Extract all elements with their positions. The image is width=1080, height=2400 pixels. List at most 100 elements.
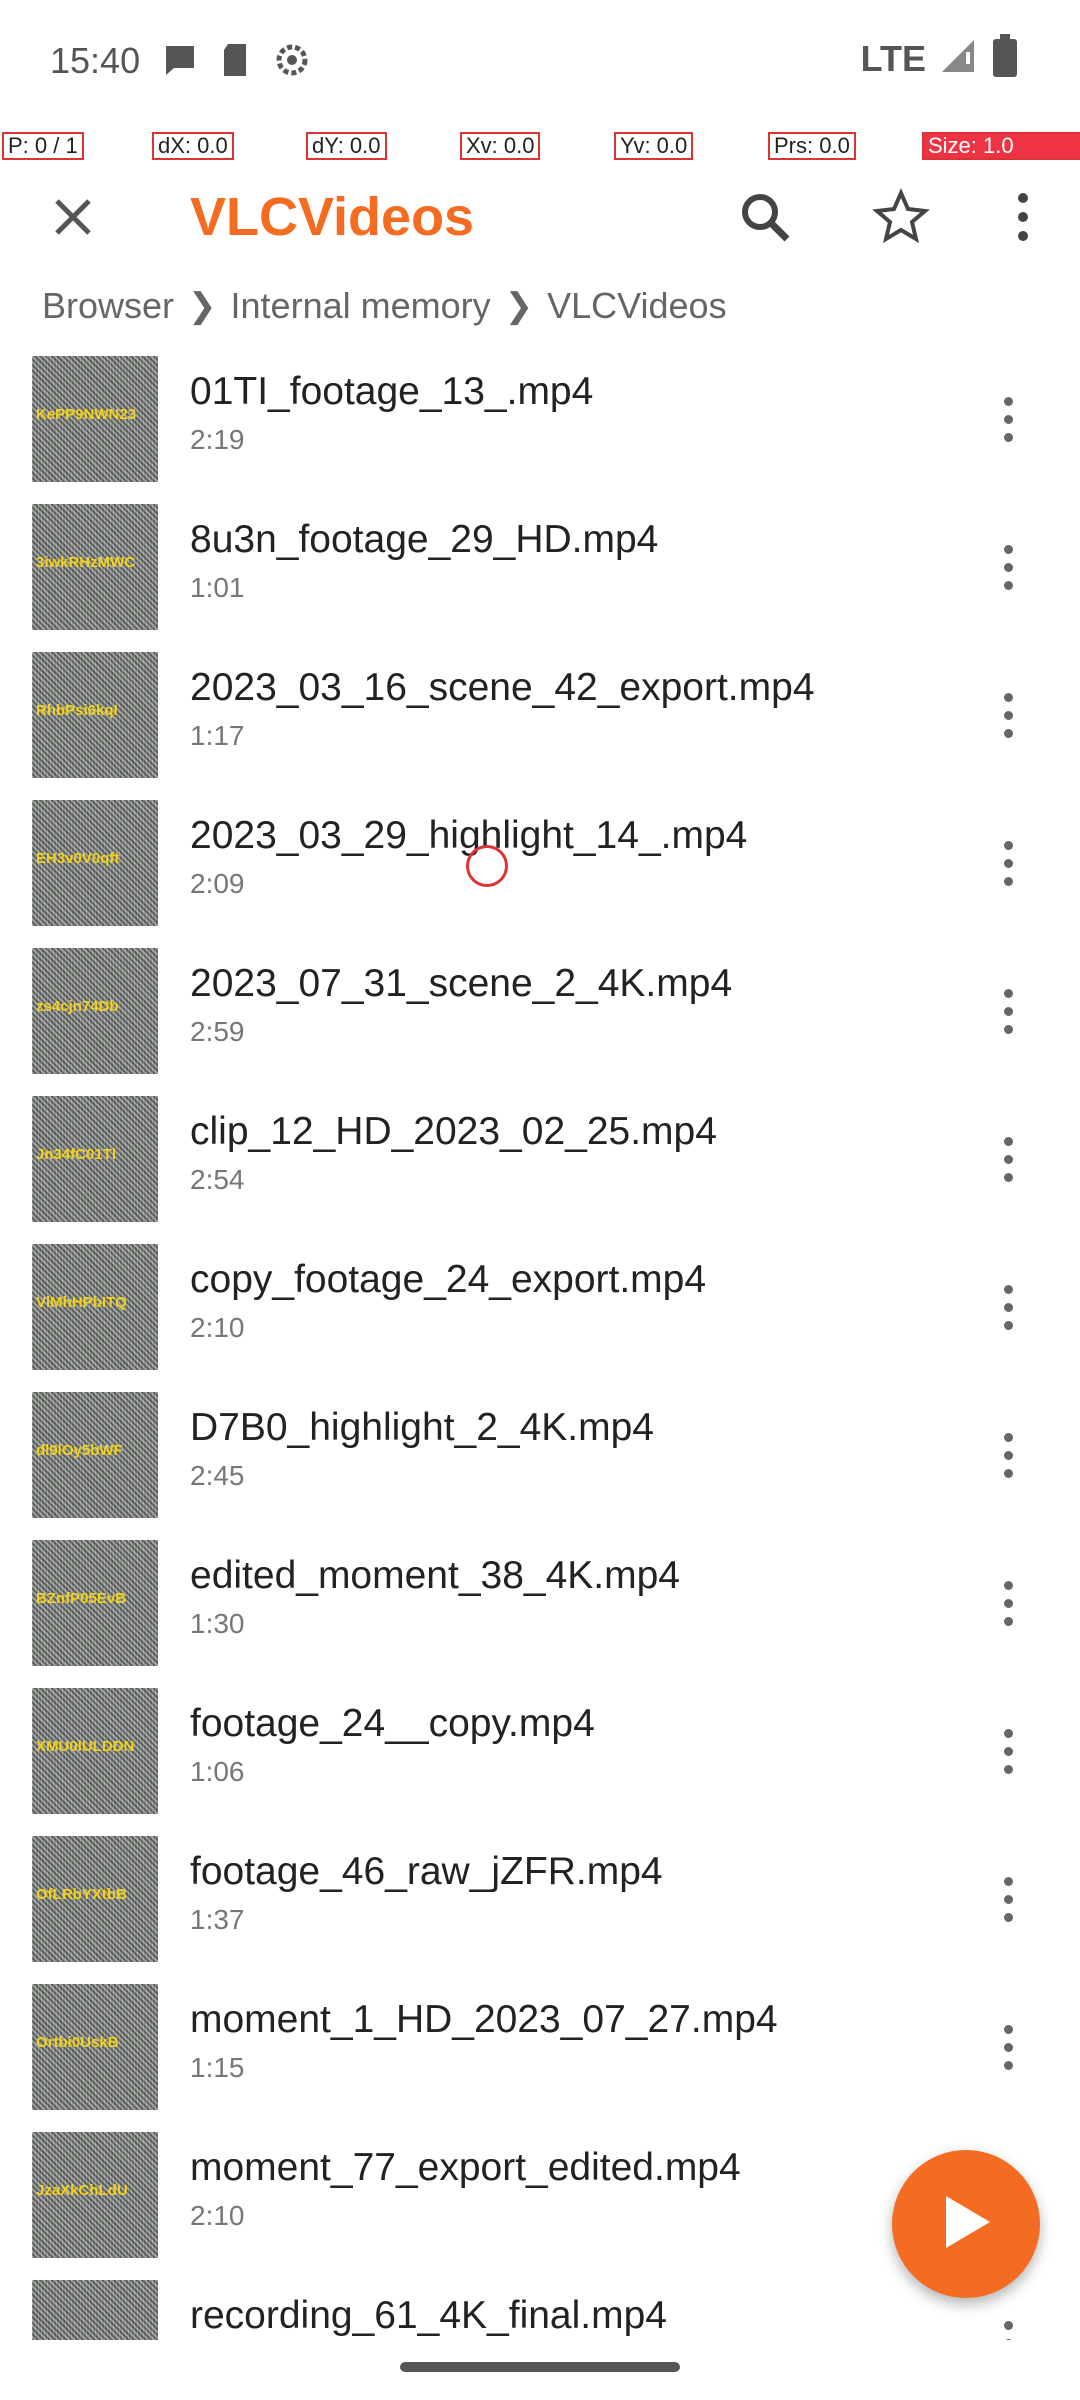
item-more-button[interactable] [980,680,1036,750]
file-duration: 2:59 [190,1016,245,1047]
status-time: 15:40 [50,40,141,81]
video-thumbnail: EH3v0V0qft [32,800,158,926]
more-vert-icon [1003,840,1013,886]
video-thumbnail: VlMhHPbITQ [32,1244,158,1370]
file-duration: 1:06 [190,1756,245,1787]
more-vert-icon [1003,1432,1013,1478]
status-bar: 15:40 LTE [0,0,1080,130]
file-duration: 1:17 [190,720,245,751]
video-thumbnail: KePP9NWN23 [32,356,158,482]
video-thumbnail: dl9lOy5bWF [32,1392,158,1518]
file-name: edited_moment_38_4K.mp4 [190,1554,680,1597]
file-duration: 2:10 [190,1312,245,1343]
play-all-button[interactable] [892,2150,1040,2298]
list-item[interactable]: zs4cjn74Db 2023_07_31_scene_2_4K.mp4 2:5… [0,944,1080,1092]
list-item[interactable]: recording_61_4K_final.mp4 [0,2276,1080,2340]
video-thumbnail: JzaXkChLdU [32,2132,158,2258]
search-icon [738,190,792,249]
overlay-xv: Xv: 0.0 [460,132,541,160]
list-item[interactable]: KePP9NWN23 01TI_footage_13_.mp4 2:19 [0,352,1080,500]
chevron-right-icon: ❯ [504,287,534,325]
file-name: moment_1_HD_2023_07_27.mp4 [190,1998,778,2041]
more-vert-icon [1003,1728,1013,1774]
home-gesture-bar[interactable] [400,2362,680,2372]
video-thumbnail: RhbPsi6kqI [32,652,158,778]
list-item[interactable]: Ortbi0UskB moment_1_HD_2023_07_27.mp4 1:… [0,1980,1080,2128]
breadcrumb-vlcvideos[interactable]: VLCVideos [547,285,726,327]
list-item[interactable]: XMU0lULDDN footage_24__copy.mp4 1:06 [0,1684,1080,1832]
more-vert-icon [1013,190,1033,249]
item-more-button[interactable] [980,828,1036,898]
navigation-bar [0,2340,1080,2400]
file-duration: 2:54 [190,1164,245,1195]
star-icon [872,187,930,251]
file-duration: 1:01 [190,572,245,603]
toolbar: VLCVideos [0,162,1080,292]
file-name: footage_24__copy.mp4 [190,1702,595,1745]
video-thumbnail: Ortbi0UskB [32,1984,158,2110]
chevron-right-icon: ❯ [188,287,217,325]
item-more-button[interactable] [980,1272,1036,1342]
settings-icon [272,40,312,80]
list-item[interactable]: 3iwkRHzMWC 8u3n_footage_29_HD.mp4 1:01 [0,500,1080,648]
search-button[interactable] [722,180,808,258]
file-duration: 2:19 [190,424,245,455]
touch-indicator [466,845,508,887]
item-more-button[interactable] [980,1124,1036,1194]
file-duration: 2:45 [190,1460,245,1491]
more-vert-icon [1003,2024,1013,2070]
overlay-dy: dY: 0.0 [306,132,387,160]
breadcrumb-browser[interactable]: Browser [42,285,174,327]
overlay-yv: Yv: 0.0 [614,132,694,160]
video-thumbnail: 3iwkRHzMWC [32,504,158,630]
file-name: 2023_07_31_scene_2_4K.mp4 [190,962,733,1005]
file-duration: 1:30 [190,1608,245,1639]
item-more-button[interactable] [980,1864,1036,1934]
message-icon [160,40,200,80]
item-more-button[interactable] [980,976,1036,1046]
video-thumbnail: zs4cjn74Db [32,948,158,1074]
file-name: clip_12_HD_2023_02_25.mp4 [190,1110,717,1153]
list-item[interactable]: EH3v0V0qft 2023_03_29_highlight_14_.mp4 … [0,796,1080,944]
item-more-button[interactable] [980,1420,1036,1490]
item-more-button[interactable] [980,2308,1036,2340]
more-vert-icon [1003,396,1013,442]
close-icon [51,195,95,244]
list-item[interactable]: dl9lOy5bWF D7B0_highlight_2_4K.mp4 2:45 [0,1388,1080,1536]
battery-icon [990,34,1020,83]
file-duration: 2:10 [190,2200,245,2231]
file-name: moment_77_export_edited.mp4 [190,2146,741,2189]
file-name: 2023_03_16_scene_42_export.mp4 [190,666,815,709]
file-name: copy_footage_24_export.mp4 [190,1258,707,1301]
more-vert-icon [1003,544,1013,590]
close-button[interactable] [36,182,110,256]
sd-card-icon [216,40,256,80]
item-more-button[interactable] [980,532,1036,602]
item-more-button[interactable] [980,1568,1036,1638]
file-list[interactable]: KePP9NWN23 01TI_footage_13_.mp4 2:19 3iw… [0,352,1080,2340]
more-vert-icon [1003,2320,1013,2340]
file-name: D7B0_highlight_2_4K.mp4 [190,1406,655,1449]
overlay-pressure: Prs: 0.0 [768,132,856,160]
list-item[interactable]: RhbPsi6kqI 2023_03_16_scene_42_export.mp… [0,648,1080,796]
item-more-button[interactable] [980,384,1036,454]
play-icon [938,2192,994,2257]
breadcrumb: Browser ❯ Internal memory ❯ VLCVideos [42,285,727,327]
breadcrumb-internal-memory[interactable]: Internal memory [231,285,491,327]
favorite-button[interactable] [858,180,944,258]
file-duration: 1:15 [190,2052,245,2083]
page-title: VLCVideos [190,187,475,247]
item-more-button[interactable] [980,1716,1036,1786]
more-options-button[interactable] [980,180,1066,258]
list-item[interactable]: Jn34fC01Tl clip_12_HD_2023_02_25.mp4 2:5… [0,1092,1080,1240]
more-vert-icon [1003,1284,1013,1330]
video-thumbnail: XMU0lULDDN [32,1688,158,1814]
overlay-size: Size: 1.0 [922,132,1080,160]
item-more-button[interactable] [980,2012,1036,2082]
pointer-overlay: P: 0 / 1 dX: 0.0 dY: 0.0 Xv: 0.0 Yv: 0.0… [0,130,1080,162]
list-item[interactable]: VlMhHPbITQ copy_footage_24_export.mp4 2:… [0,1240,1080,1388]
list-item[interactable]: BZnfP05EvB edited_moment_38_4K.mp4 1:30 [0,1536,1080,1684]
file-name: footage_46_raw_jZFR.mp4 [190,1850,663,1893]
more-vert-icon [1003,692,1013,738]
list-item[interactable]: OfLRbYXtbB footage_46_raw_jZFR.mp4 1:37 [0,1832,1080,1980]
